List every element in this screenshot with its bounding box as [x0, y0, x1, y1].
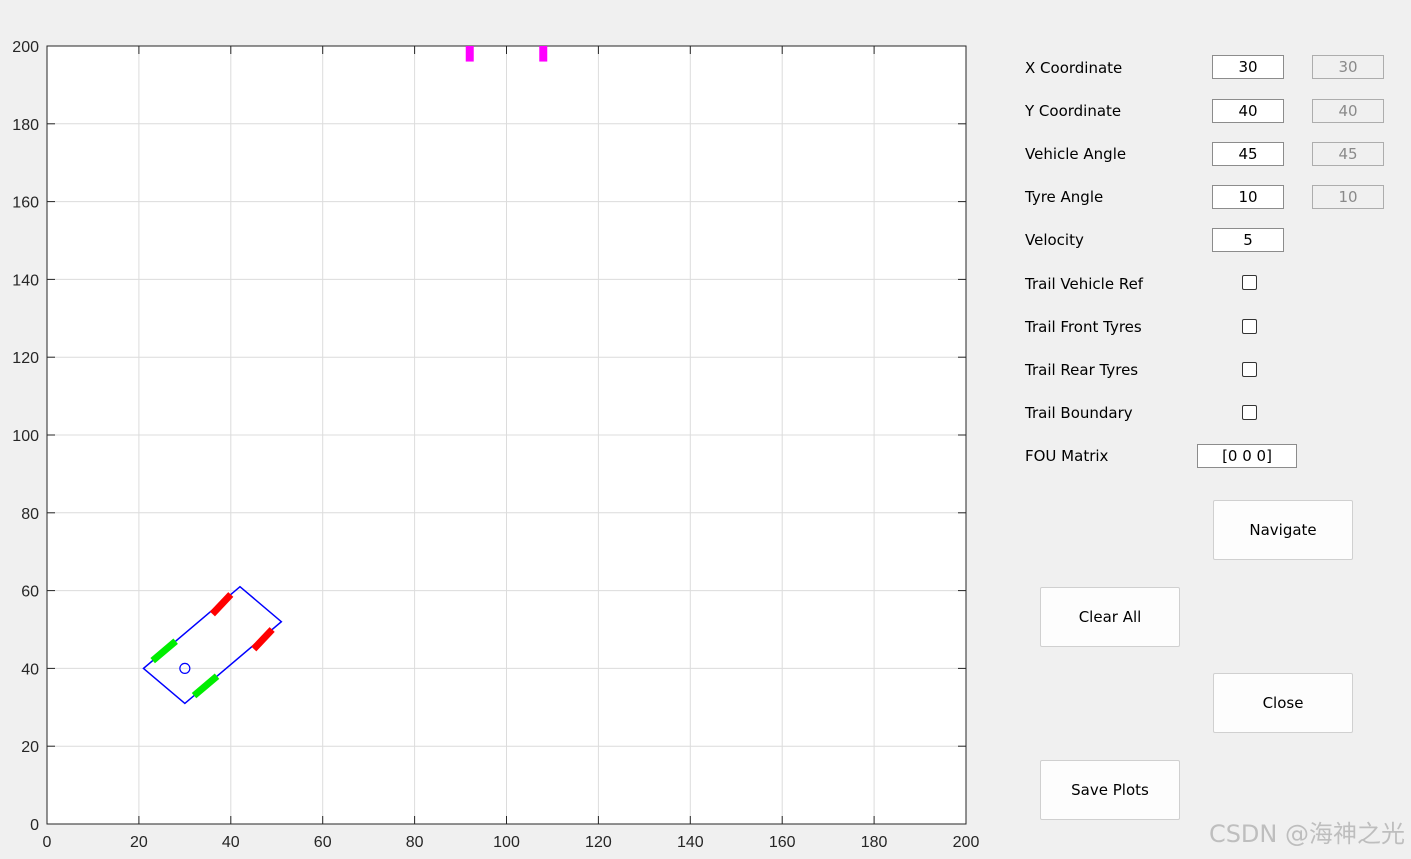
y-tick-label: 180	[12, 117, 39, 134]
clear-all-button[interactable]: Clear All	[1040, 587, 1180, 647]
watermark: CSDN @海神之光	[1208, 820, 1405, 848]
navigate-button[interactable]: Navigate	[1213, 500, 1353, 560]
vehicle-angle-label: Vehicle Angle	[1025, 145, 1127, 163]
x-tick-label: 60	[314, 834, 332, 851]
y-tick-label: 40	[21, 661, 39, 678]
vehicle-angle-display: 45	[1312, 142, 1384, 166]
y-coordinate-input[interactable]: 40	[1212, 99, 1284, 123]
velocity-label: Velocity	[1025, 231, 1084, 249]
x-tick-label: 100	[493, 834, 520, 851]
trail-boundary-label: Trail Boundary	[1025, 404, 1133, 422]
y-tick-label: 60	[21, 584, 39, 601]
tyre-angle-input[interactable]: 10	[1212, 185, 1284, 209]
trail-rear-tyres-label: Trail Rear Tyres	[1025, 361, 1139, 379]
trail-front-tyres-label: Trail Front Tyres	[1025, 318, 1142, 336]
x-tick-label: 160	[769, 834, 796, 851]
x-tick-label: 180	[861, 834, 888, 851]
fou-matrix-input[interactable]: [0 0 0]	[1197, 444, 1297, 468]
plot-area[interactable]: 0 20 40 60 80 100 120 140 160 180 200 0 20 40 60 80 100 1…	[0, 0, 1000, 859]
y-tick-label: 80	[21, 506, 39, 523]
velocity-input[interactable]: 5	[1212, 228, 1284, 252]
x-tick-label: 0	[43, 834, 52, 851]
vehicle-angle-input[interactable]: 45	[1212, 142, 1284, 166]
trail-rear-tyres-checkbox[interactable]	[1242, 362, 1257, 377]
x-tick-label: 120	[585, 834, 612, 851]
y-tick-label: 20	[21, 739, 39, 756]
x-coordinate-label: X Coordinate	[1025, 59, 1123, 77]
y-tick-label: 120	[12, 350, 39, 367]
y-tick-label: 160	[12, 195, 39, 212]
x-coordinate-display: 30	[1312, 55, 1384, 79]
tyre-angle-label: Tyre Angle	[1025, 188, 1104, 206]
x-tick-label: 40	[222, 834, 240, 851]
y-coordinate-label: Y Coordinate	[1025, 102, 1122, 120]
x-coordinate-input[interactable]: 30	[1212, 55, 1284, 79]
trail-front-tyres-checkbox[interactable]	[1242, 319, 1257, 334]
close-button[interactable]: Close	[1213, 673, 1353, 733]
trail-vehicle-ref-label: Trail Vehicle Ref	[1025, 275, 1144, 293]
x-tick-label: 140	[677, 834, 704, 851]
fou-matrix-label: FOU Matrix	[1025, 447, 1109, 465]
x-tick-label: 200	[953, 834, 980, 851]
y-tick-label: 0	[30, 817, 39, 834]
y-coordinate-display: 40	[1312, 99, 1384, 123]
x-tick-label: 80	[406, 834, 424, 851]
y-tick-label: 200	[12, 39, 39, 56]
y-tick-label: 100	[12, 428, 39, 445]
save-plots-button[interactable]: Save Plots	[1040, 760, 1180, 820]
x-tick-label: 20	[130, 834, 148, 851]
y-tick-label: 140	[12, 272, 39, 289]
tyre-angle-display: 10	[1312, 185, 1384, 209]
trail-boundary-checkbox[interactable]	[1242, 405, 1257, 420]
trajectory-plot[interactable]: 0 20 40 60 80 100 120 140 160 180 200 0 20 40 60 80 100 1…	[0, 0, 1000, 859]
trail-vehicle-ref-checkbox[interactable]	[1242, 275, 1257, 290]
